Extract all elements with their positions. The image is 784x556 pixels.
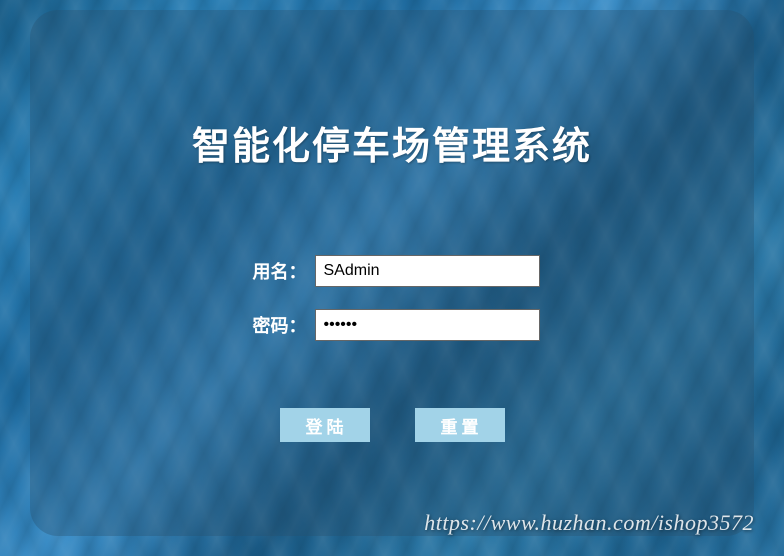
button-row: 登陆 重置 — [280, 408, 505, 442]
password-row: 密码： — [245, 309, 540, 341]
password-input[interactable] — [315, 309, 540, 341]
username-row: 用名： — [245, 255, 540, 287]
reset-button[interactable]: 重置 — [415, 408, 505, 442]
username-input[interactable] — [315, 255, 540, 287]
page-title: 智能化停车场管理系统 — [70, 115, 714, 170]
login-panel: 智能化停车场管理系统 用名： 密码： 登陆 重置 — [30, 10, 754, 536]
username-label: 用名： — [245, 258, 307, 284]
login-form: 用名： 密码： 登陆 重置 — [70, 255, 714, 442]
password-label: 密码： — [245, 312, 307, 338]
login-button[interactable]: 登陆 — [280, 408, 370, 442]
